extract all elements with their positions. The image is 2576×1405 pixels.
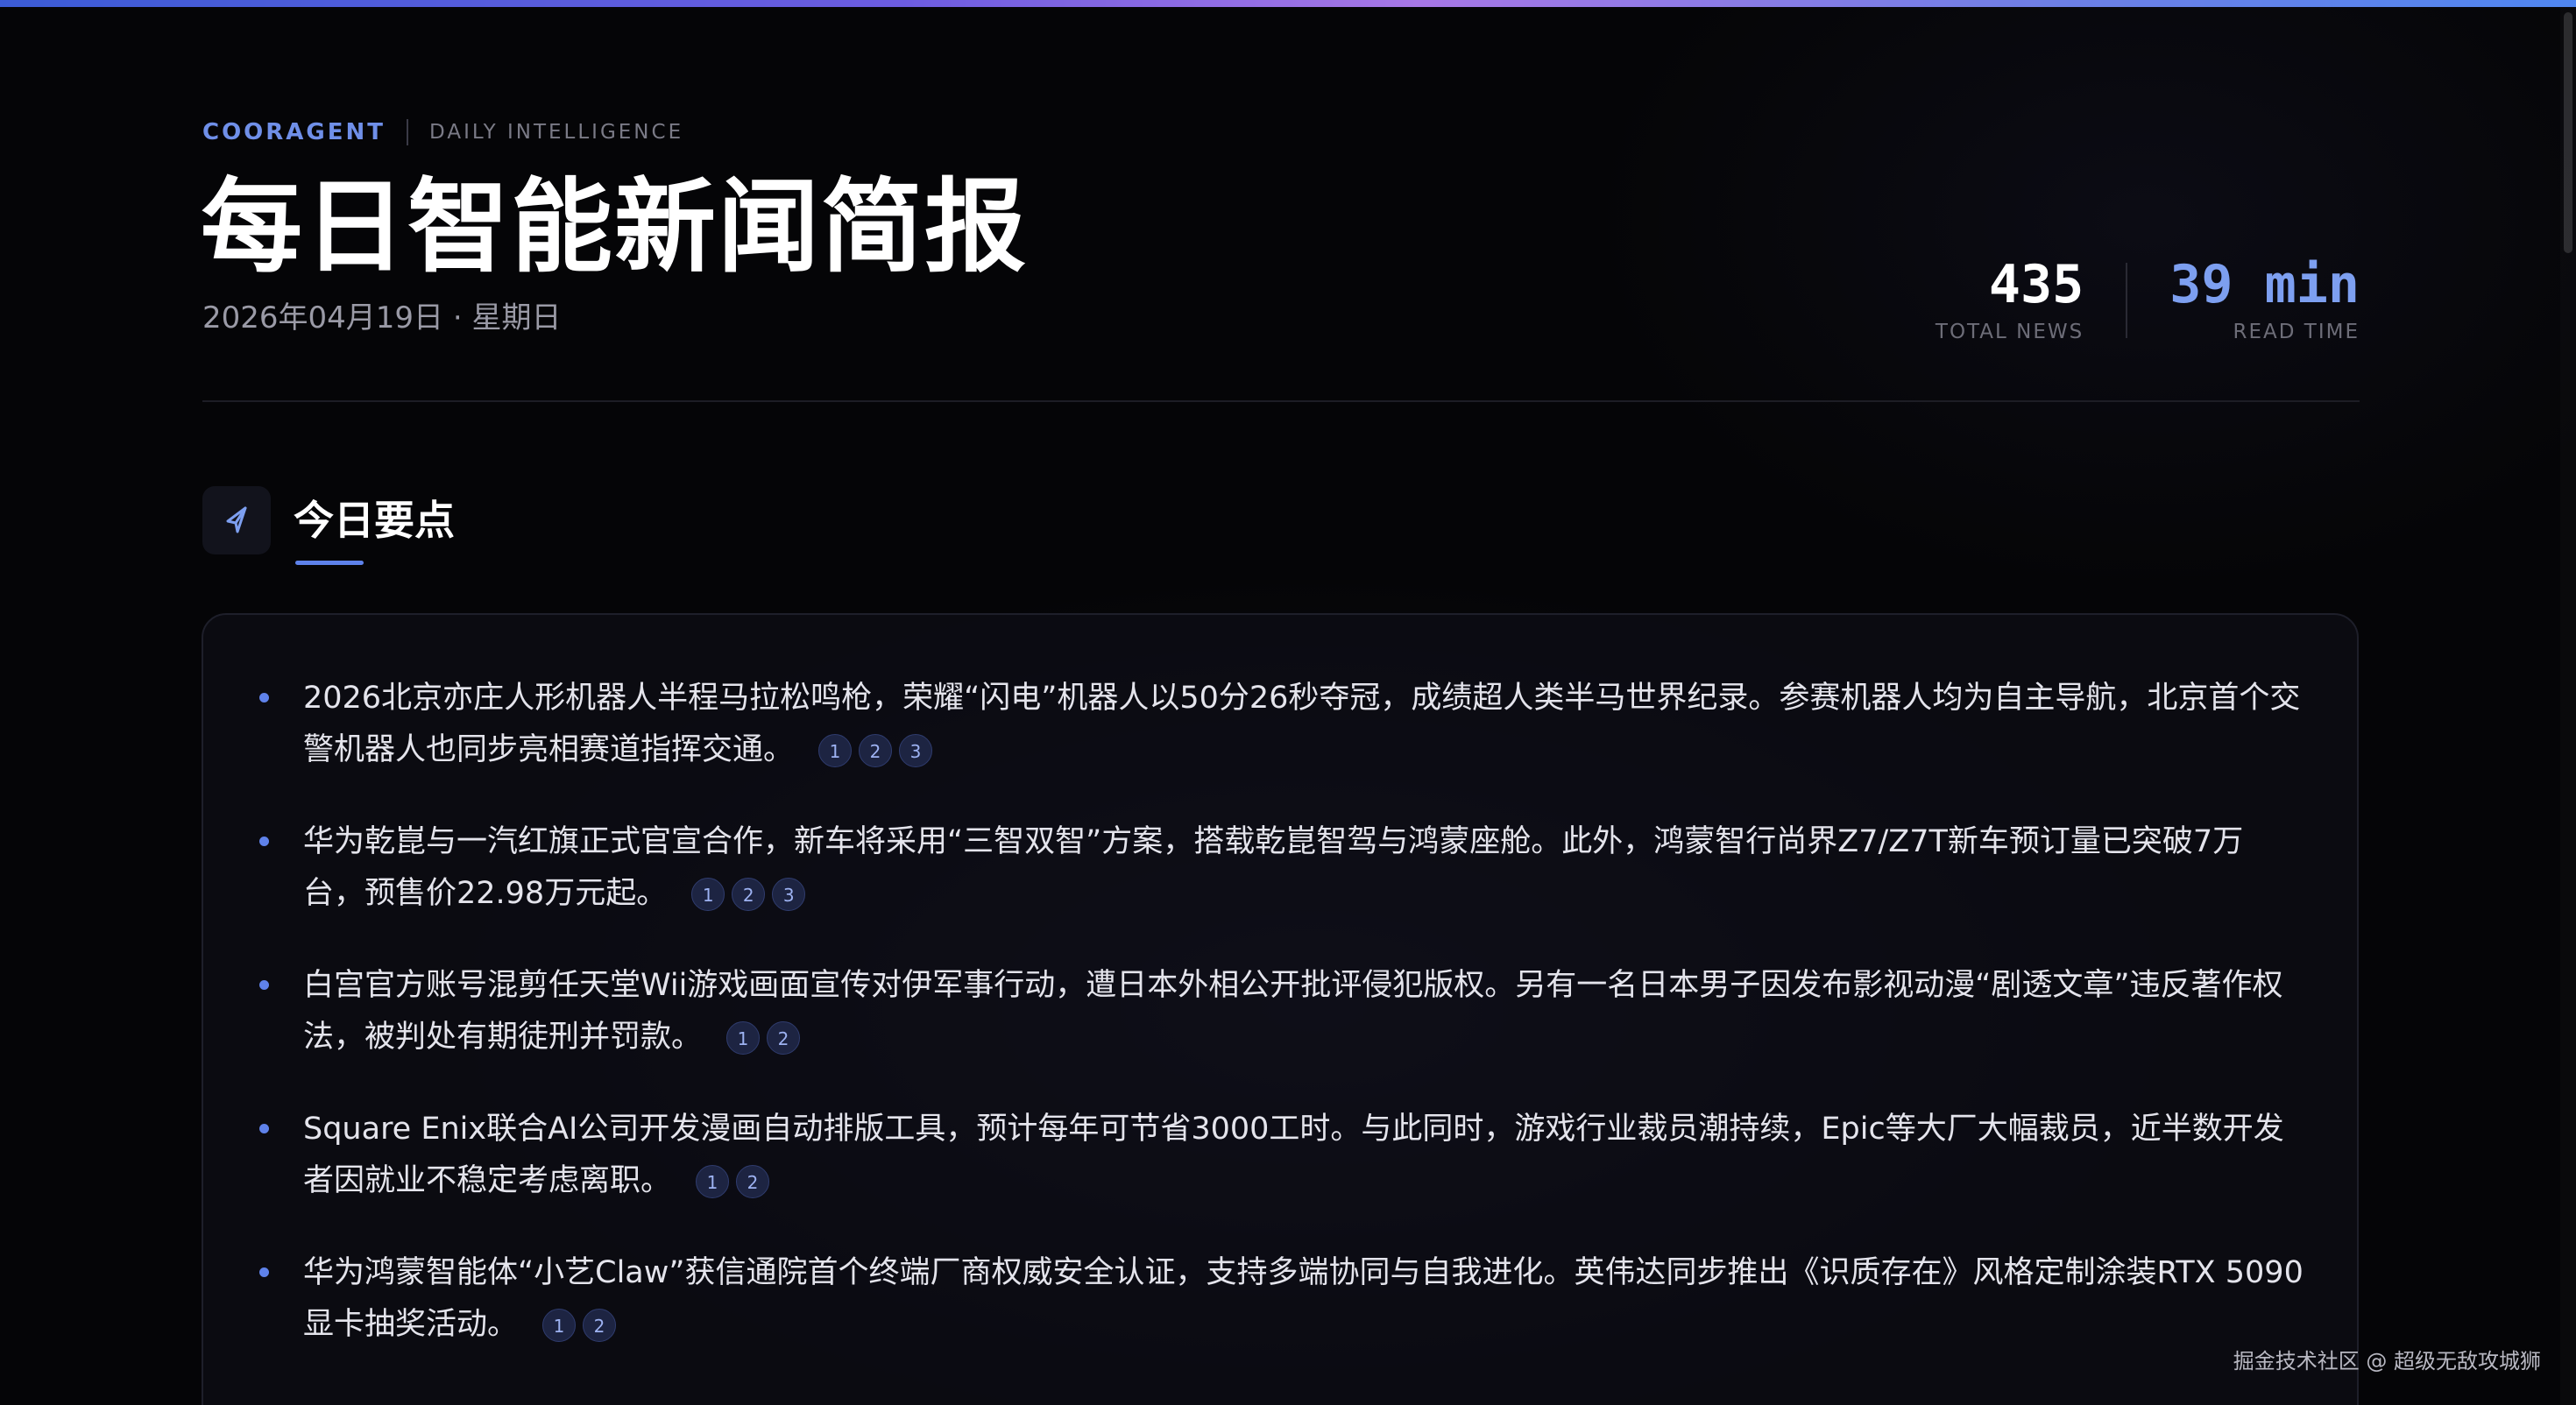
section-title: 今日要点 [294,497,455,544]
section-title-underline [295,561,364,565]
source-citations: 123 [810,732,933,767]
source-citation-badge[interactable]: 2 [767,1021,801,1055]
stat-total-news-label: TOTAL NEWS [1935,321,2084,343]
highlight-text: Square Enix联合AI公司开发漫画自动排版工具，预计每年可节省3000工… [303,1104,2304,1207]
brand-row: COORAGENT DAILY INTELLIGENCE [202,117,683,147]
source-citation-badge[interactable]: 1 [691,878,725,911]
brand-name: COORAGENT [202,119,386,145]
header-divider [202,400,2360,402]
bullet-dot [259,837,269,846]
brand-tagline: DAILY INTELLIGENCE [429,121,684,144]
page-date: 2026年04月19日 · 星期日 [202,300,562,335]
bullet-dot [259,1267,269,1277]
watermark: 掘金技术社区 @ 超级无敌攻城狮 [2233,1349,2541,1373]
stat-read-time: 39 min READ TIME [2169,251,2360,343]
bullet-dot [259,1124,269,1133]
highlight-item: 华为乾崑与一汽红旗正式官宣合作，新车将采用“三智双智”方案，搭载乾崑智驾与鸿蒙座… [203,816,2357,920]
stat-total-news: 435 TOTAL NEWS [1936,251,2084,343]
source-citation-badge[interactable]: 1 [726,1021,761,1055]
source-citation-badge[interactable]: 2 [736,1165,770,1198]
highlights-panel: 2026北京亦庄人形机器人半程马拉松鸣枪，荣耀“闪电”机器人以50分26秒夺冠，… [202,613,2359,1405]
highlight-text-content: 2026北京亦庄人形机器人半程马拉松鸣枪，荣耀“闪电”机器人以50分26秒夺冠，… [303,681,2301,767]
source-citation-badge[interactable]: 3 [772,878,806,911]
highlight-text: 华为鸿蒙智能体“小艺Claw”获信通院首个终端厂商权威安全认证，支持多端协同与自… [303,1247,2304,1351]
source-citation-badge[interactable]: 3 [899,734,933,767]
source-citation-badge[interactable]: 2 [732,878,766,911]
source-citation-badge[interactable]: 2 [583,1309,617,1342]
send-icon [202,486,271,554]
stat-total-news-value: 435 [1988,254,2084,315]
highlight-item: 2026北京亦庄人形机器人半程马拉松鸣枪，荣耀“闪电”机器人以50分26秒夺冠，… [203,673,2357,776]
highlight-item: Square Enix联合AI公司开发漫画自动排版工具，预计每年可节省3000工… [203,1104,2357,1207]
scrollbar-thumb[interactable] [2564,12,2572,253]
stat-read-time-label: READ TIME [2233,321,2360,343]
stats-panel: 435 TOTAL NEWS 39 min READ TIME [1936,251,2360,343]
source-citations: 12 [687,1163,770,1198]
highlights-list: 2026北京亦庄人形机器人半程马拉松鸣枪，荣耀“闪电”机器人以50分26秒夺冠，… [203,673,2357,1391]
highlight-text-content: 华为乾崑与一汽红旗正式官宣合作，新车将采用“三智双智”方案，搭载乾崑智驾与鸿蒙座… [303,824,2244,911]
source-citation-badge[interactable]: 1 [542,1309,577,1342]
top-gradient-bar [0,0,2576,7]
highlight-text-content: 白宫官方账号混剪任天堂Wii游戏画面宣传对伊军事行动，遭日本外相公开批评侵犯版权… [303,968,2283,1055]
highlight-item: 白宫官方账号混剪任天堂Wii游戏画面宣传对伊军事行动，遭日本外相公开批评侵犯版权… [203,960,2357,1063]
source-citations: 12 [718,1020,801,1055]
section-title-wrap: 今日要点 [294,486,455,565]
page-title: 每日智能新闻简报 [201,168,1028,286]
bullet-dot [259,693,269,702]
brand-divider [407,119,409,145]
source-citations: 123 [683,876,806,911]
highlight-text: 2026北京亦庄人形机器人半程马拉松鸣枪，荣耀“闪电”机器人以50分26秒夺冠，… [303,673,2304,776]
stat-read-time-value: 39 min [2169,254,2360,315]
source-citation-badge[interactable]: 1 [696,1165,730,1198]
source-citation-badge[interactable]: 2 [859,734,893,767]
highlight-item: 华为鸿蒙智能体“小艺Claw”获信通院首个终端厂商权威安全认证，支持多端协同与自… [203,1247,2357,1351]
section-header: 今日要点 [202,486,455,565]
page: COORAGENT DAILY INTELLIGENCE 每日智能新闻简报 20… [0,0,2576,1405]
stat-divider [2126,263,2128,338]
highlight-text-content: Square Enix联合AI公司开发漫画自动排版工具，预计每年可节省3000工… [303,1112,2284,1198]
source-citation-badge[interactable]: 1 [818,734,853,767]
source-citations: 12 [534,1307,617,1342]
highlight-text: 白宫官方账号混剪任天堂Wii游戏画面宣传对伊军事行动，遭日本外相公开批评侵犯版权… [303,960,2304,1063]
highlight-text: 华为乾崑与一汽红旗正式官宣合作，新车将采用“三智双智”方案，搭载乾崑智驾与鸿蒙座… [303,816,2304,920]
bullet-dot [259,980,269,990]
